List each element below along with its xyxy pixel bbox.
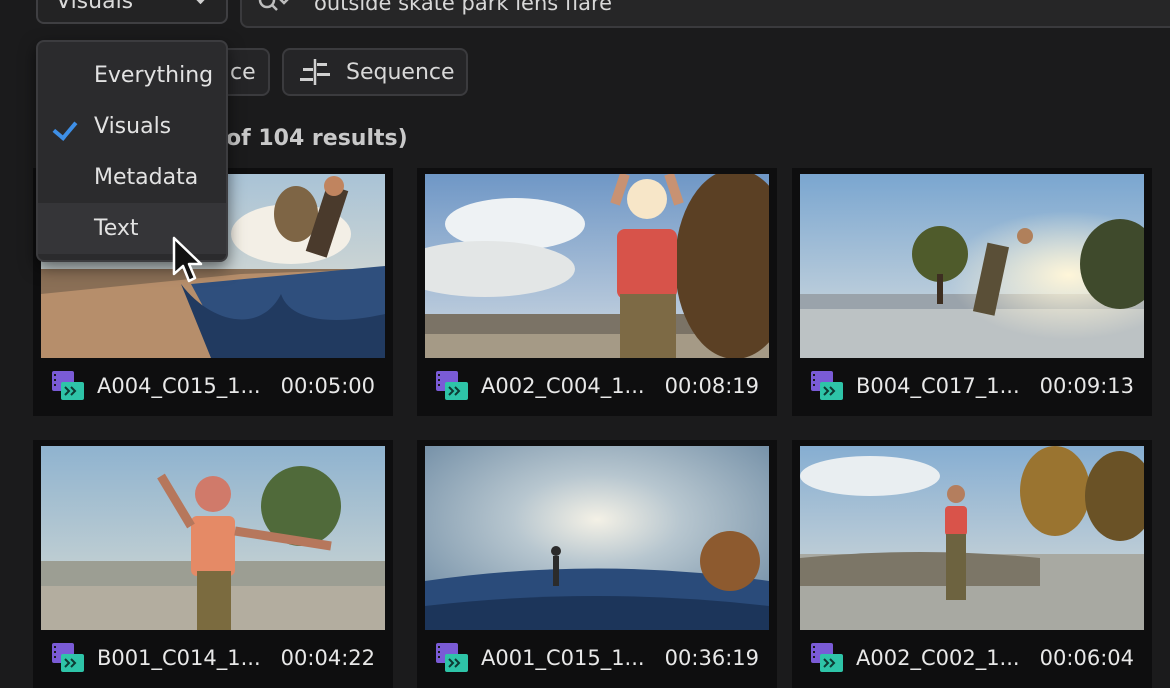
cursor-icon <box>172 236 203 283</box>
sequence-icon <box>300 59 330 85</box>
clip-name: A004_C015_1... <box>97 374 261 398</box>
clip-thumbnail <box>800 446 1144 630</box>
clip-icon <box>436 643 468 672</box>
search-mode-dropdown: Everything Visuals Metadata Text <box>36 40 228 262</box>
check-icon <box>52 115 78 141</box>
dropdown-item-label: Metadata <box>94 165 199 190</box>
dropdown-item-visuals[interactable]: Visuals <box>38 101 226 152</box>
dropdown-item-label: Visuals <box>94 114 172 139</box>
clip-thumbnail <box>425 446 769 630</box>
dropdown-item-metadata[interactable]: Metadata <box>38 152 226 203</box>
result-card-4[interactable]: B001_C014_1... 00:04:22 <box>33 440 393 688</box>
search-icon <box>258 0 292 15</box>
clip-icon <box>811 643 843 672</box>
search-mode-label: Visuals <box>56 0 134 14</box>
result-card-6[interactable]: A002_C002_1... 00:06:04 <box>792 440 1152 688</box>
clip-duration: 00:04:22 <box>280 646 375 670</box>
search-input[interactable] <box>312 0 1016 16</box>
chevron-down-icon <box>189 0 212 5</box>
search-mode-select[interactable]: Visuals <box>36 0 228 24</box>
scene-filter-label: ce <box>230 59 256 85</box>
clip-duration: 00:08:19 <box>664 374 759 398</box>
clip-icon <box>52 371 84 400</box>
clip-thumbnail <box>800 174 1144 358</box>
result-card-5[interactable]: A001_C015_1... 00:36:19 <box>417 440 777 688</box>
clip-duration: 00:06:04 <box>1039 646 1134 670</box>
clip-icon <box>436 371 468 400</box>
sequence-filter-label: Sequence <box>346 59 455 85</box>
clip-icon <box>52 643 84 672</box>
sequence-filter-button[interactable]: Sequence <box>282 48 468 96</box>
search-box[interactable] <box>240 0 1170 28</box>
result-card-2[interactable]: A002_C004_1... 00:08:19 <box>417 168 777 416</box>
clip-name: A001_C015_1... <box>481 646 645 670</box>
results-count: of 104 results) <box>226 126 408 151</box>
dropdown-item-label: Everything <box>94 63 214 88</box>
clip-duration: 00:05:00 <box>280 374 375 398</box>
clip-name: B001_C014_1... <box>97 646 261 670</box>
clip-duration: 00:09:13 <box>1039 374 1134 398</box>
clip-thumbnail <box>425 174 769 358</box>
clip-name: A002_C002_1... <box>856 646 1020 670</box>
clip-name: A002_C004_1... <box>481 374 645 398</box>
clip-icon <box>811 371 843 400</box>
clip-name: B004_C017_1... <box>856 374 1020 398</box>
result-card-3[interactable]: B004_C017_1... 00:09:13 <box>792 168 1152 416</box>
dropdown-item-everything[interactable]: Everything <box>38 50 226 101</box>
clip-duration: 00:36:19 <box>664 646 759 670</box>
dropdown-item-label: Text <box>94 216 139 241</box>
clip-thumbnail <box>41 446 385 630</box>
